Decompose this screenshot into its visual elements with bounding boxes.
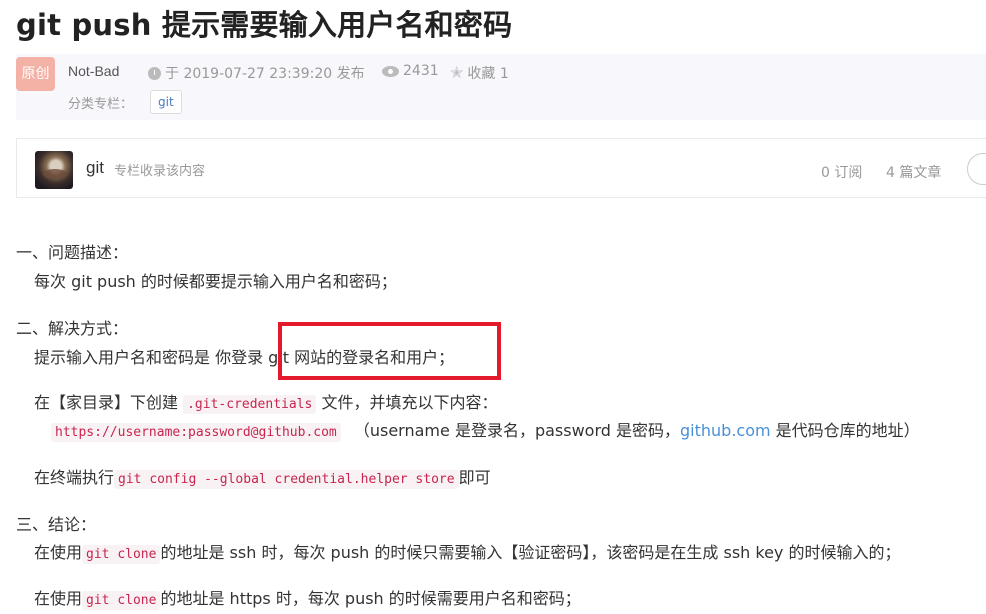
original-badge: 原创 — [16, 57, 55, 91]
line-2-pre: 在【家目录】下创建 — [34, 393, 179, 412]
section-3-line-1: 在使用 git clone 的地址是 ssh 时，每次 push 的时候只需要输入【… — [34, 539, 901, 564]
category-label: 分类专栏： — [68, 97, 134, 112]
clock-icon — [148, 66, 161, 80]
view-count: 2431 — [382, 63, 439, 79]
line-4-post: 即可 — [458, 468, 491, 487]
column-card: git 专栏收录该内容 0 订阅 4 篇文章 — [16, 138, 986, 198]
column-article-count: 4 篇文章 — [886, 165, 942, 181]
publish-time-text: 于 2019-07-27 23:39:20 发布 — [165, 66, 365, 82]
section-1-text: 每次 git push 的时候都要提示输入用户名和密码； — [34, 272, 397, 291]
line-3-pre: （username 是登录名，password 是密码， — [353, 421, 680, 440]
code-git-config: git config --global credential.helper st… — [114, 470, 459, 489]
highlight-annotation-box — [278, 322, 501, 380]
author-link[interactable]: Not-Bad — [68, 63, 119, 79]
section-3-title: 三、结论： — [16, 515, 97, 534]
s3-line-2-pre: 在使用 — [34, 589, 83, 608]
s3-line-1-pre: 在使用 — [34, 543, 83, 562]
eye-icon — [382, 65, 399, 77]
code-git-credentials: .git-credentials — [183, 395, 317, 414]
star-icon: ✭ — [450, 63, 464, 82]
code-credential-url: https://username:password@github.com — [51, 423, 341, 442]
publish-time: 于 2019-07-27 23:39:20 发布 — [148, 63, 365, 83]
category-tag[interactable]: git — [150, 90, 182, 114]
article-title: git push 提示需要输入用户名和密码 — [16, 8, 513, 42]
github-link[interactable]: github.com — [680, 421, 771, 440]
favorite-button[interactable]: ✭ 收藏 1 — [450, 63, 509, 83]
section-1-title: 一、问题描述： — [16, 243, 129, 262]
line-3-post: 是代码仓库的地址） — [775, 421, 920, 440]
section-2-line-2: 在【家目录】下创建 .git-credentials 文件，并填充以下内容： — [34, 389, 498, 414]
view-count-text: 2431 — [403, 63, 439, 79]
line-2-post: 文件，并填充以下内容： — [321, 393, 498, 412]
section-2-line-3: https://username:password@github.com （us… — [51, 417, 920, 442]
s3-line-2-post: 的地址是 https 时，每次 push 的时候需要用户名和密码； — [160, 589, 581, 608]
column-desc: 专栏收录该内容 — [114, 164, 206, 179]
article-meta: 原创 Not-Bad 于 2019-07-27 23:39:20 发布 2431… — [16, 54, 986, 120]
favorite-text: 收藏 1 — [467, 66, 509, 82]
code-git-clone-1: git clone — [82, 545, 161, 564]
code-git-clone-2: git clone — [82, 591, 161, 610]
s3-line-1-post: 的地址是 ssh 时，每次 push 的时候只需要输入【验证密码】，该密码是在生… — [160, 543, 901, 562]
column-avatar[interactable] — [35, 151, 73, 189]
section-2-line-4: 在终端执行 git config --global credential.help… — [34, 464, 491, 489]
column-name[interactable]: git — [86, 158, 104, 178]
column-subscriptions: 0 订阅 — [821, 165, 863, 181]
line-4-pre: 在终端执行 — [34, 468, 115, 487]
subscribe-button[interactable] — [967, 153, 986, 185]
section-3-line-2: 在使用 git clone 的地址是 https 时，每次 push 的时候需要用户… — [34, 585, 581, 610]
section-2-title: 二、解决方式： — [16, 319, 129, 338]
